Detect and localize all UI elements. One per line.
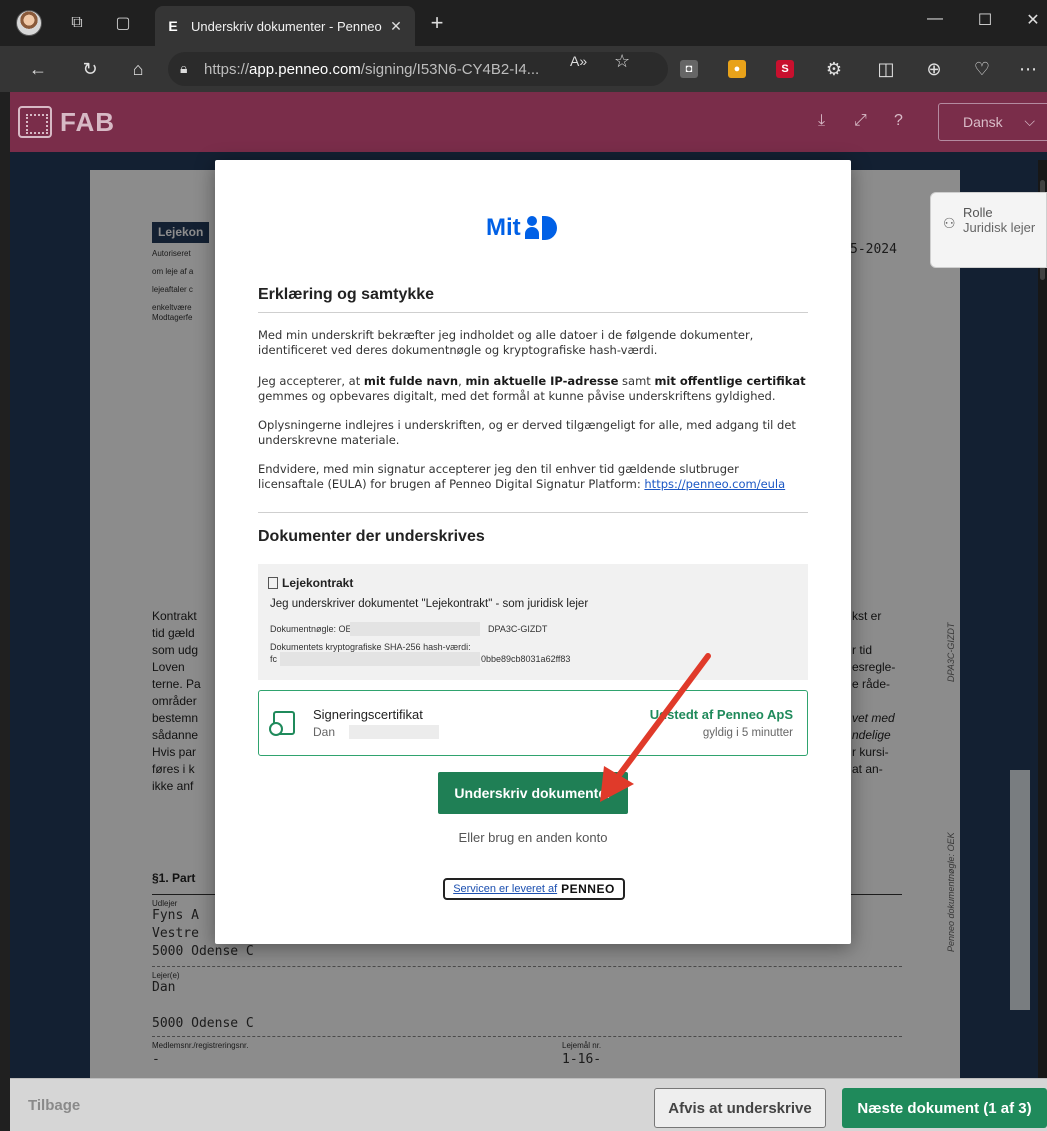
person-icon: ⚇ — [943, 215, 956, 231]
signing-certificate-card[interactable]: Signeringscertifikat Dan Udstedt af Penn… — [258, 690, 808, 756]
document-hash-label: Dokumentets kryptografiske SHA-256 hash-… — [270, 642, 471, 652]
documents-heading: Dokumenter der underskrives — [258, 528, 485, 545]
document-statement: Jeg underskriver dokumentet "Lejekontrak… — [270, 598, 589, 610]
more-menu-icon[interactable]: ⋯ — [1016, 58, 1040, 80]
extension-2-icon[interactable]: ● — [728, 60, 746, 78]
extension-3-icon[interactable]: S — [776, 60, 794, 78]
logo-mark-icon — [18, 106, 52, 138]
new-tab-button[interactable]: + — [424, 10, 450, 36]
document-key-end: DPA3C-GIZDT — [488, 624, 548, 634]
refresh-icon[interactable]: ↻ — [78, 58, 102, 80]
profile-avatar[interactable] — [16, 10, 42, 36]
consent-paragraph-3: Oplysningerne indlejres i underskriften,… — [258, 418, 796, 447]
chevron-down-icon: ⌵ — [1024, 113, 1035, 129]
consent-paragraph-4: Endvidere, med min signatur accepterer j… — [258, 462, 786, 491]
extension-1-icon[interactable]: ◘ — [680, 60, 698, 78]
certificate-title: Signeringscertifikat — [313, 707, 423, 722]
workspaces-icon[interactable]: ⧉ — [66, 12, 88, 34]
divider — [258, 312, 808, 313]
language-select[interactable]: Dansk ⌵ — [938, 103, 1047, 141]
favorite-star-icon[interactable]: ☆ — [614, 51, 630, 72]
document-icon — [268, 577, 278, 589]
close-tab-icon[interactable]: ✕ — [387, 18, 405, 35]
certificate-issuer: Udstedt af Penneo ApS — [649, 707, 793, 722]
split-screen-icon[interactable]: ◫ — [874, 58, 898, 80]
extensions-puzzle-icon[interactable]: ⚙ — [822, 58, 846, 80]
download-icon[interactable]: ⤓ — [818, 112, 825, 130]
sign-documents-button[interactable]: Underskriv dokumenter — [438, 772, 628, 814]
app-header: FAB ⤓ ⤢ ? Dansk ⌵ — [10, 92, 1047, 152]
bottom-action-bar: Tilbage Afvis at underskrive Næste dokum… — [10, 1078, 1047, 1131]
role-label: Rolle — [963, 205, 993, 220]
back-button[interactable]: Tilbage — [28, 1097, 80, 1114]
close-window-button[interactable]: ✕ — [1018, 10, 1047, 30]
read-aloud-icon[interactable]: A» — [570, 53, 587, 69]
help-icon[interactable]: ? — [894, 112, 903, 130]
document-hash-end: 0bbe89cb8031a62ff83 — [481, 654, 571, 664]
fullscreen-icon[interactable]: ⤢ — [854, 112, 867, 130]
redaction — [280, 652, 480, 666]
role-panel: ⚇ Rolle Juridisk lejer — [930, 192, 1047, 268]
redaction — [349, 725, 439, 739]
consent-paragraph-2: Jeg accepterer, at mit fulde navn, min a… — [258, 374, 806, 403]
mitid-mark-icon — [524, 216, 559, 240]
home-icon[interactable]: ⌂ — [126, 58, 150, 80]
mitid-text: Mit — [486, 214, 521, 241]
certificate-icon — [269, 711, 295, 736]
back-arrow-icon[interactable]: ← — [26, 58, 50, 80]
penneo-service-link[interactable]: Servicen er leveret af PENNEO — [443, 878, 625, 900]
tab-actions-icon[interactable]: ▢ — [112, 12, 134, 34]
eula-link[interactable]: https://penneo.com/eula — [644, 477, 785, 491]
use-other-account-link[interactable]: Eller brug en anden konto — [215, 830, 851, 845]
maximize-button[interactable]: ☐ — [970, 10, 1000, 30]
browser-tab-strip: ⧉ ▢ E Underskriv dokumenter - Penneo ✕ +… — [0, 0, 1047, 46]
fab-logo: FAB — [18, 106, 115, 138]
consent-paragraph-1: Med min underskrift bekræfter jeg indhol… — [258, 328, 754, 357]
certificate-holder: Dan — [313, 725, 336, 739]
document-title: Lejekontrakt — [268, 576, 353, 590]
divider — [258, 512, 808, 513]
role-value: Juridisk lejer — [963, 220, 1036, 235]
reject-button[interactable]: Afvis at underskrive — [654, 1088, 826, 1128]
consent-heading: Erklæring og samtykke — [258, 286, 435, 303]
tab-title: Underskriv dokumenter - Penneo — [191, 18, 382, 34]
address-toolbar: ← ↻ ⌂ 🔒︎ https://app.penneo.com/signing/… — [0, 46, 1047, 92]
document-card: Lejekontrakt Jeg underskriver dokumentet… — [258, 564, 808, 680]
url-path: /signing/I53N6-CY4B2-I4... — [360, 60, 540, 78]
health-icon[interactable]: ♡ — [970, 58, 994, 80]
url-field[interactable]: 🔒︎ https://app.penneo.com/signing/I53N6-… — [168, 52, 668, 86]
certificate-validity: gyldig i 5 minutter — [702, 727, 793, 739]
signing-modal: Mit Erklæring og samtykke Med min unders… — [215, 160, 851, 944]
language-value: Dansk — [963, 114, 1003, 130]
collections-icon[interactable]: ⊕ — [922, 58, 946, 80]
tab-penneo[interactable]: E Underskriv dokumenter - Penneo ✕ — [155, 6, 415, 46]
url-domain: app.penneo.com — [249, 60, 361, 78]
redaction — [350, 622, 480, 636]
url-prefix: https:// — [204, 60, 250, 78]
logo-text: FAB — [60, 106, 115, 137]
favicon-icon: E — [168, 18, 178, 34]
mitid-logo: Mit — [486, 214, 559, 242]
document-hash-prefix: fc — [270, 654, 278, 664]
minimize-button[interactable]: — — [920, 10, 950, 28]
lock-icon: 🔒︎ — [180, 60, 188, 76]
next-document-button[interactable]: Næste dokument (1 af 3) — [842, 1088, 1047, 1128]
